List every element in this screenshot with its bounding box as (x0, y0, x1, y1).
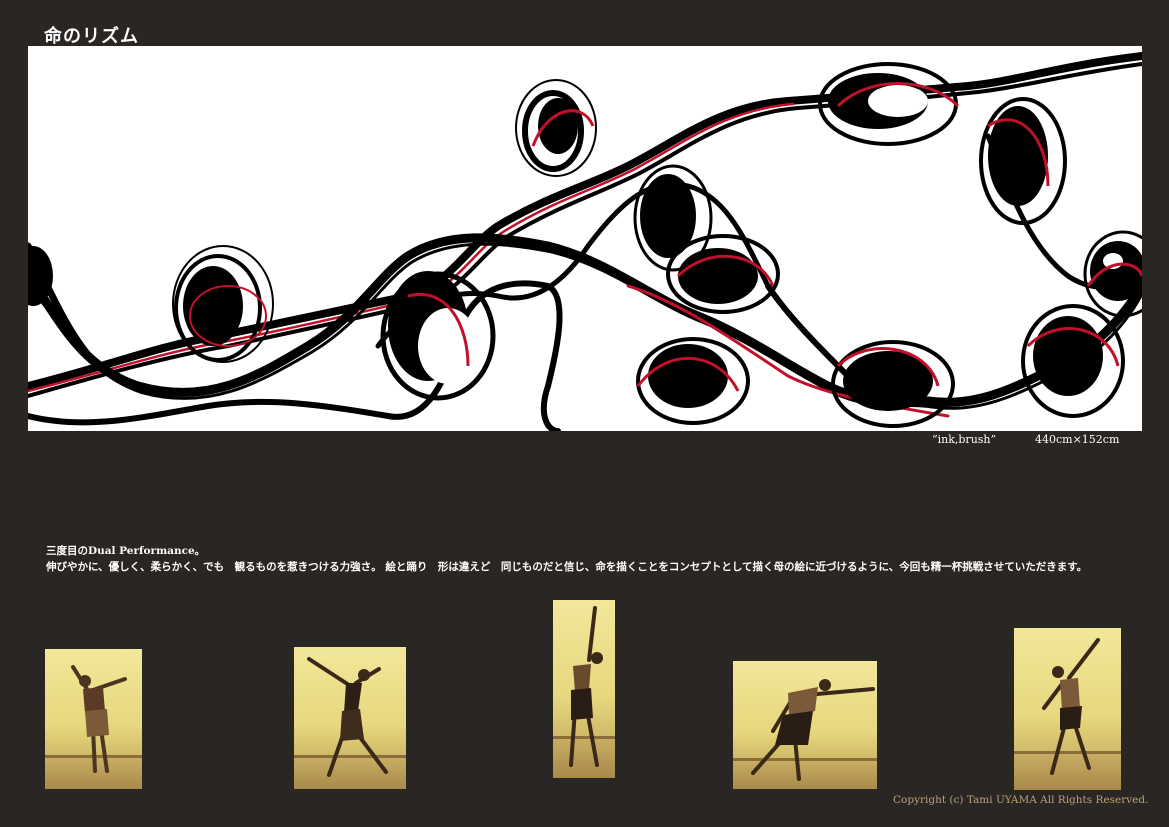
artwork-size: 440cm×152cm (1035, 433, 1120, 446)
dancer-figure-icon (1042, 638, 1100, 775)
dancer-photo-1 (45, 649, 142, 789)
dancer-photo-4 (733, 661, 877, 789)
dancer-figure-icon (71, 665, 127, 773)
dancer-figure-icon (751, 679, 875, 781)
description-line-1: 三度目のDual Performance。 (46, 545, 206, 557)
page-title: 命のリズム (44, 26, 139, 47)
dancer-photo-3 (553, 600, 615, 778)
description: 三度目のDual Performance。 伸びやかに、優しく、柔らかく、でも … (46, 543, 1146, 575)
artwork-medium: “ink,brush” (932, 433, 997, 446)
copyright: Copyright (c) Tami UYAMA All Rights Rese… (893, 794, 1149, 806)
dancer-photo-2 (294, 647, 406, 789)
dancer-figure-icon (569, 606, 603, 767)
artwork-image (28, 46, 1142, 431)
dancer-figure-icon (307, 657, 388, 777)
ink-brush-painting (28, 52, 1142, 431)
dancer-photo-5 (1014, 628, 1121, 790)
description-line-2: 伸びやかに、優しく、柔らかく、でも 観るものを惹きつける力強さ。 絵と踊り 形は… (46, 561, 1088, 573)
